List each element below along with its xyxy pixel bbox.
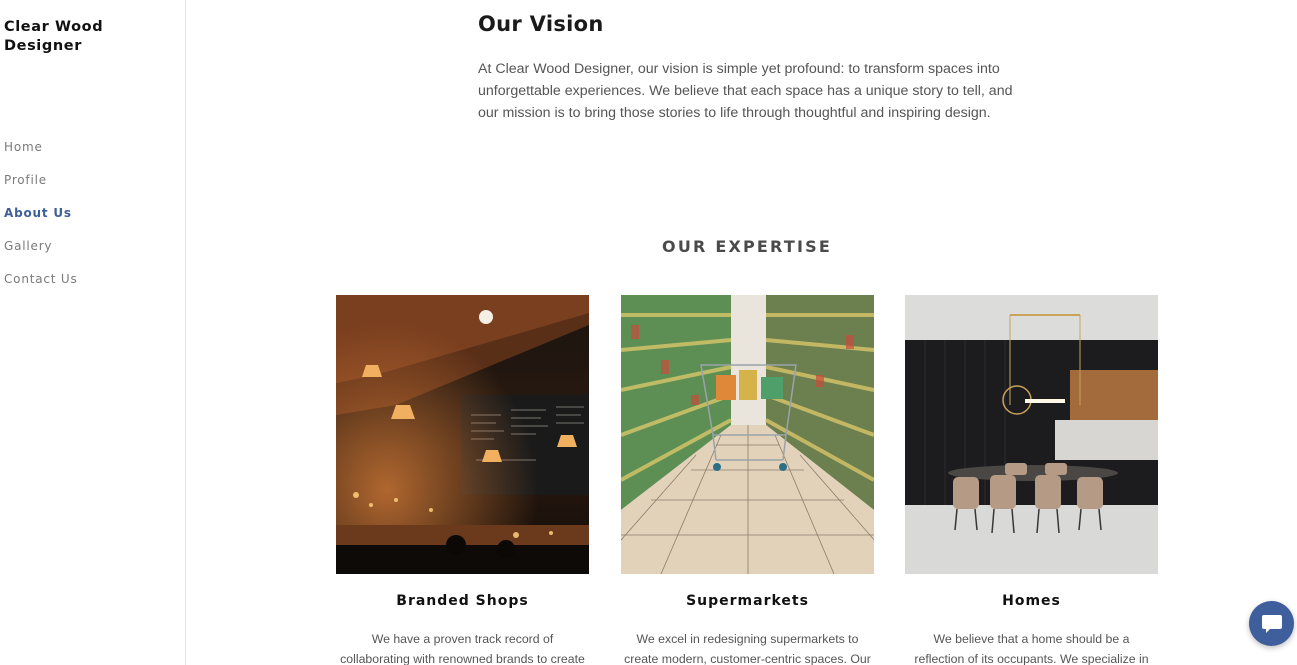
- supermarket-aisle-photo: [621, 295, 874, 574]
- card-text-homes: We believe that a home should be a refle…: [914, 632, 1149, 665]
- card-title-homes: Homes: [1002, 593, 1061, 609]
- nav-item-about-us[interactable]: About Us: [4, 205, 72, 221]
- nav-item-home[interactable]: Home: [4, 139, 43, 155]
- sidebar: Clear Wood Designer Home Profile About U…: [0, 0, 186, 665]
- expertise-card-branded-shops: Branded Shops We have a proven track rec…: [336, 295, 589, 665]
- chat-bubble-icon: [1261, 614, 1282, 633]
- card-text-branded-shops: We have a proven track record of collabo…: [340, 632, 585, 665]
- nav-item-contact-us[interactable]: Contact Us: [4, 271, 78, 287]
- brand-logo-text[interactable]: Clear Wood Designer: [4, 18, 154, 56]
- expertise-card-homes: Homes We believe that a home should be a…: [905, 295, 1158, 665]
- nav-item-gallery[interactable]: Gallery: [4, 238, 52, 254]
- cafe-bar-photo: [336, 295, 589, 574]
- nav-item-profile[interactable]: Profile: [4, 172, 47, 188]
- vision-heading: Our Vision: [478, 12, 604, 36]
- expertise-heading: OUR EXPERTISE: [662, 237, 832, 256]
- sidebar-nav: Home Profile About Us Gallery Contact Us: [4, 138, 78, 303]
- card-title-supermarkets: Supermarkets: [686, 593, 809, 609]
- card-title-branded-shops: Branded Shops: [396, 593, 529, 609]
- expertise-card-supermarkets: Supermarkets We excel in redesigning sup…: [621, 295, 874, 665]
- card-text-supermarkets: We excel in redesigning supermarkets to …: [624, 632, 871, 665]
- dining-room-photo: [905, 295, 1158, 574]
- chat-button[interactable]: [1249, 601, 1294, 646]
- vision-paragraph: At Clear Wood Designer, our vision is si…: [478, 61, 1013, 121]
